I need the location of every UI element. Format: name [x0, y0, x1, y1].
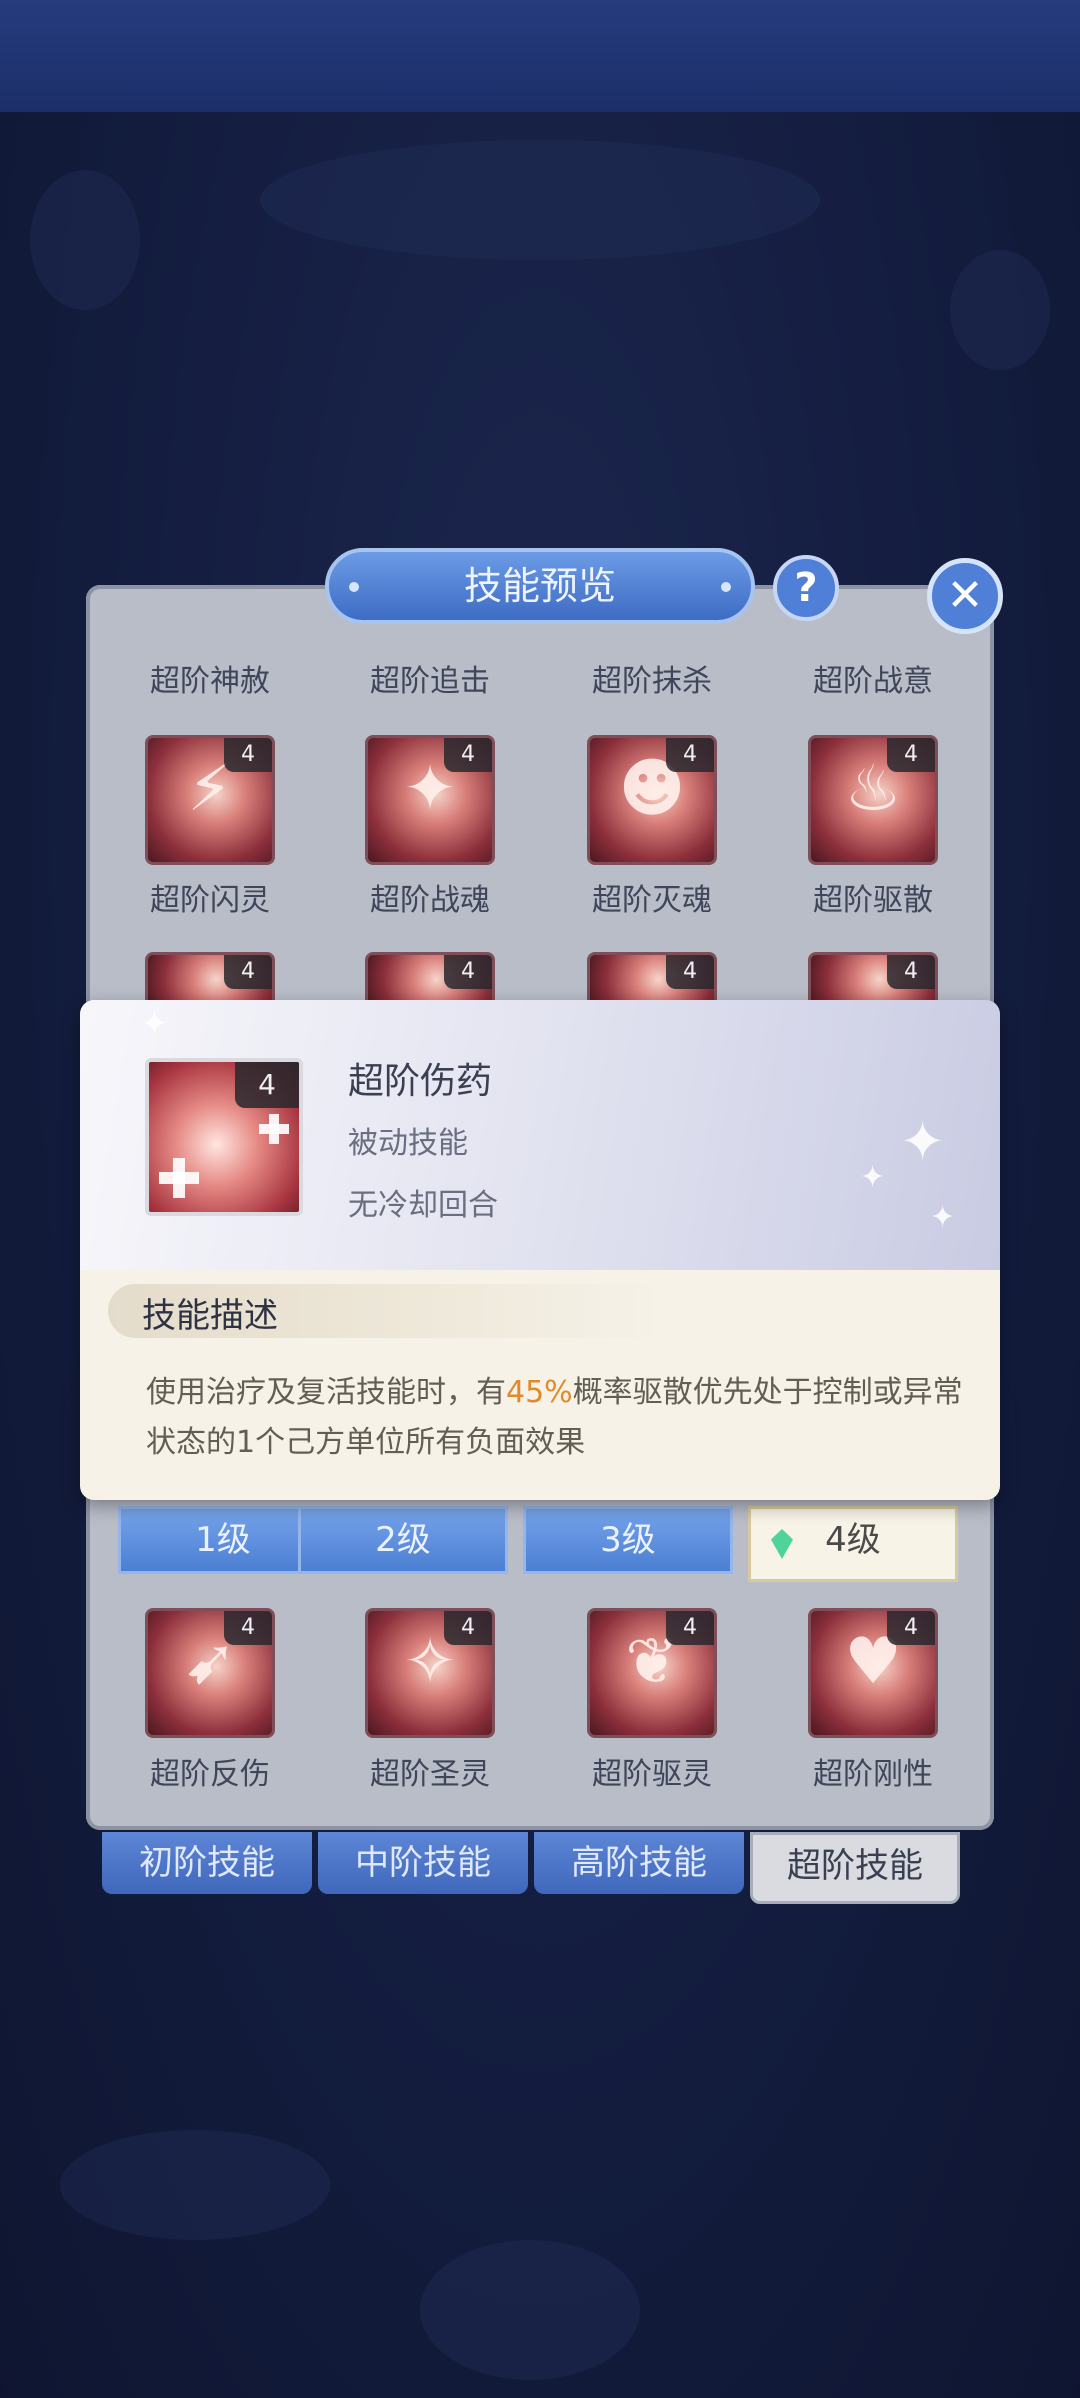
skill-icon-fanshang[interactable]: ➹ 4 — [145, 1608, 275, 1738]
title-ornament — [721, 582, 731, 592]
close-button[interactable]: ✕ — [927, 558, 1003, 634]
help-button[interactable]: ? — [773, 555, 839, 621]
level-tab-1[interactable]: 1级 — [118, 1506, 328, 1574]
level-tab-label: 4级 — [825, 1520, 881, 1560]
skill-icon-quling[interactable]: ❦ 4 — [587, 1608, 717, 1738]
popup-body: 技能描述 使用治疗及复活技能时，有45%概率驱散优先处于控制或异常状态的1个己方… — [80, 1270, 1000, 1500]
skill-icon-gangxing[interactable]: ♥ 4 — [808, 1608, 938, 1738]
skill-label: 超阶刚性 — [813, 1757, 933, 1792]
description-text: 使用治疗及复活技能时，有 — [146, 1375, 506, 1410]
healing-potion-icon: 4 — [145, 1058, 303, 1216]
gem-icon — [771, 1529, 793, 1559]
tab-advanced-skills[interactable]: 高阶技能 — [534, 1832, 744, 1894]
level-badge: 4 — [224, 1611, 272, 1645]
sparkle-icon: ✦ — [140, 1004, 169, 1044]
tab-intermediate-skills[interactable]: 中阶技能 — [318, 1832, 528, 1894]
level-badge: 4 — [224, 738, 272, 772]
level-tab-2[interactable]: 2级 — [298, 1506, 508, 1574]
popup-skill-name: 超阶伤药 — [348, 1061, 493, 1102]
description-title: 技能描述 — [142, 1296, 278, 1336]
skill-description: 使用治疗及复活技能时，有45%概率驱散优先处于控制或异常状态的1个己方单位所有负… — [146, 1368, 966, 1468]
skill-label: 超阶抹杀 — [592, 664, 712, 699]
skill-label: 超阶战意 — [813, 664, 933, 699]
skill-label: 超阶战魂 — [370, 883, 490, 918]
popup-skill-type: 被动技能 — [348, 1126, 468, 1161]
description-highlight: 45% — [506, 1375, 573, 1410]
skill-label: 超阶圣灵 — [370, 1757, 490, 1792]
skill-label: 超阶驱散 — [813, 883, 933, 918]
panel-title: 技能预览 — [325, 548, 755, 624]
skill-icon-miehun[interactable]: ☻ 4 — [587, 735, 717, 865]
level-tab-3[interactable]: 3级 — [523, 1506, 733, 1574]
panel-title-text: 技能预览 — [463, 564, 616, 608]
cross-icon — [269, 1114, 279, 1144]
skill-label: 超阶灭魂 — [592, 883, 712, 918]
popup-cooldown: 无冷却回合 — [348, 1188, 498, 1223]
cross-icon — [173, 1158, 185, 1198]
level-badge: 4 — [666, 1611, 714, 1645]
level-badge: 4 — [887, 738, 935, 772]
skill-icon-shanling[interactable]: ⚡ 4 — [145, 735, 275, 865]
sparkle-icon: ✦ — [900, 1110, 946, 1173]
level-tab-4[interactable]: 4级 — [748, 1506, 958, 1582]
level-badge: 4 — [666, 738, 714, 772]
skill-icon-shengling[interactable]: ✧ 4 — [365, 1608, 495, 1738]
popup-header: ✦ ✦ ✦ ✦ 4 超阶伤药 被动技能 无冷却回合 — [80, 1000, 1000, 1270]
skill-label: 超阶闪灵 — [150, 883, 270, 918]
skill-label: 超阶神赦 — [150, 664, 270, 699]
skill-icon-zhanhun[interactable]: ✦ 4 — [365, 735, 495, 865]
level-badge: 4 — [444, 1611, 492, 1645]
skill-detail-popup: ✦ ✦ ✦ ✦ 4 超阶伤药 被动技能 无冷却回合 技能描述 使用治疗及复活技能… — [80, 1000, 1000, 1500]
sparkle-icon: ✦ — [860, 1160, 886, 1195]
skill-label: 超阶追击 — [370, 664, 490, 699]
level-badge: 4 — [666, 955, 714, 989]
sparkle-icon: ✦ — [930, 1200, 956, 1235]
title-ornament — [349, 582, 359, 592]
tab-super-skills[interactable]: 超阶技能 — [750, 1832, 960, 1904]
skill-label: 超阶反伤 — [150, 1757, 270, 1792]
level-badge: 4 — [224, 955, 272, 989]
level-badge: 4 — [444, 738, 492, 772]
skill-label: 超阶驱灵 — [592, 1757, 712, 1792]
level-badge: 4 — [887, 955, 935, 989]
level-badge: 4 — [887, 1611, 935, 1645]
level-badge: 4 — [444, 955, 492, 989]
tab-basic-skills[interactable]: 初阶技能 — [102, 1832, 312, 1894]
skill-icon-qusan[interactable]: ♨ 4 — [808, 735, 938, 865]
level-badge: 4 — [235, 1062, 299, 1108]
